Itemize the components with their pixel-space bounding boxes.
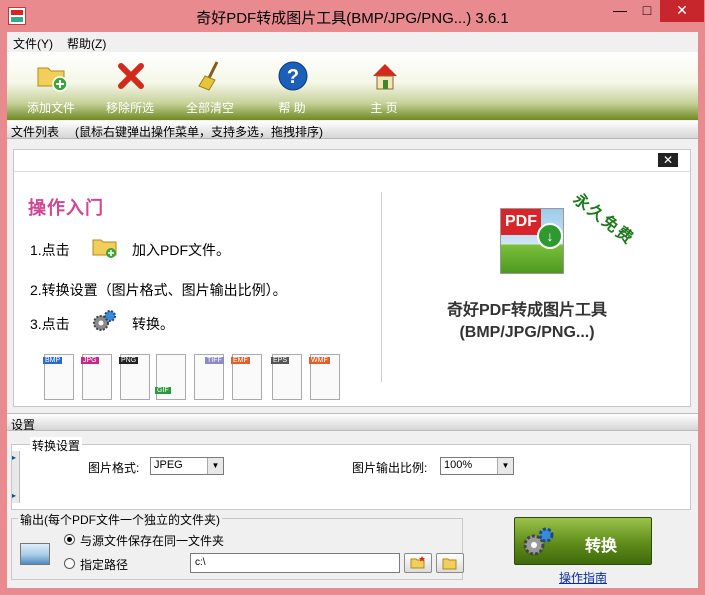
menu-bar: 文件(Y) 帮助(Z) xyxy=(7,32,698,52)
emf-icon: EMF xyxy=(231,354,262,400)
product-name: 奇好PDF转成图片工具 (BMP/JPG/PNG...) xyxy=(414,300,640,344)
home-label: 主 页 xyxy=(370,101,398,115)
file-list-hint: (鼠标右键弹出操作菜单，支持多选，拖拽排序) xyxy=(75,125,323,139)
collapse-grip[interactable] xyxy=(12,451,20,503)
tiff-icon: TIFF xyxy=(194,354,224,400)
guide-panel[interactable]: ✕ 操作入门 1.点击 加入PDF文件。 2.转换设置（图片格式、图片输出比例）… xyxy=(13,149,691,407)
download-arrow-icon: ↓ xyxy=(537,223,563,249)
remove-selected-button[interactable]: 移除所选 xyxy=(93,56,167,116)
format-icon-row: BMP JPG PNG GIF TIFF EMF EPS WMF xyxy=(43,354,354,404)
output-image-icon xyxy=(20,543,50,565)
radio-same-folder[interactable] xyxy=(64,534,75,545)
output-group-label: 输出(每个PDF文件一个独立的文件夹) xyxy=(18,511,222,528)
conversion-settings-group: 转换设置 图片格式: JPEG ▼ 图片输出比例: 100% ▼ xyxy=(11,437,691,510)
add-file-label: 添加文件 xyxy=(26,101,75,115)
chevron-down-icon: ▼ xyxy=(497,458,513,474)
settings-header: 设置 xyxy=(7,413,698,432)
png-icon: PNG xyxy=(119,354,150,400)
home-button[interactable]: 主 页 xyxy=(347,56,421,116)
folder-open-icon xyxy=(442,558,457,570)
folder-add-icon xyxy=(92,239,117,258)
step3-prefix: 3.点击 xyxy=(30,316,70,332)
clear-all-label: 全部清空 xyxy=(185,101,234,115)
wmf-icon: WMF xyxy=(309,354,340,400)
broom-icon xyxy=(198,61,219,91)
guide-panel-header: ✕ xyxy=(14,150,690,172)
radio-custom-path[interactable] xyxy=(64,558,75,569)
bmp-icon: BMP xyxy=(43,354,74,400)
step3-suffix: 转换。 xyxy=(132,316,174,332)
convert-label: 转换 xyxy=(585,538,618,555)
conversion-group-label: 转换设置 xyxy=(30,437,83,454)
ratio-label: 图片输出比例: xyxy=(352,461,428,475)
convert-button[interactable]: 转换 xyxy=(514,517,652,565)
window-title: 奇好PDF转成图片工具(BMP/JPG/PNG...) 3.6.1 xyxy=(196,10,509,27)
title-bar: 奇好PDF转成图片工具(BMP/JPG/PNG...) 3.6.1 — □ ✕ xyxy=(0,0,705,32)
menu-file[interactable]: 文件(Y) xyxy=(13,35,53,52)
folder-star-button[interactable] xyxy=(404,553,432,573)
gears-icon xyxy=(93,310,116,331)
file-list-header: 文件列表 (鼠标右键弹出操作菜单，支持多选，拖拽排序) xyxy=(7,121,698,139)
file-list-label: 文件列表 xyxy=(11,125,60,139)
step2-text: 2.转换设置（图片格式、图片输出比例）。 xyxy=(30,282,287,298)
svg-text:?: ? xyxy=(287,66,299,88)
remove-selected-label: 移除所选 xyxy=(105,101,154,115)
folder-star-icon xyxy=(410,556,425,569)
help-button[interactable]: ? 帮 助 xyxy=(255,56,329,116)
pdf-logo: PDF ↓ xyxy=(500,208,564,274)
menu-help[interactable]: 帮助(Z) xyxy=(67,35,106,52)
toolbar: 添加文件 移除所选 全部清空 ? 帮 助 主 页 xyxy=(7,52,698,120)
guide-divider xyxy=(381,192,382,382)
product-name-line2: (BMP/JPG/PNG...) xyxy=(459,324,595,341)
step1-prefix: 1.点击 xyxy=(30,242,70,258)
app-window: 奇好PDF转成图片工具(BMP/JPG/PNG...) 3.6.1 — □ ✕ … xyxy=(0,0,705,595)
close-button[interactable]: ✕ xyxy=(660,0,704,22)
remove-x-icon xyxy=(118,63,144,89)
eps-icon: EPS xyxy=(271,354,302,400)
folder-add-icon xyxy=(37,67,68,92)
ratio-select[interactable]: 100% ▼ xyxy=(440,457,514,475)
output-path-input[interactable]: c:\ xyxy=(190,553,400,573)
client-area: 文件(Y) 帮助(Z) 添加文件 移除所选 全部清空 ? 帮 助 主 页 文件列… xyxy=(7,32,698,588)
help-icon: ? xyxy=(278,61,308,91)
ratio-value: 100% xyxy=(444,459,473,471)
help-label: 帮 助 xyxy=(278,101,306,115)
jpg-icon: JPG xyxy=(81,354,112,400)
radio-custom-path-label[interactable]: 指定路径 xyxy=(80,556,128,573)
settings-label: 设置 xyxy=(11,418,36,432)
output-group: 输出(每个PDF文件一个独立的文件夹) 与源文件保存在同一文件夹 指定路径 c:… xyxy=(11,511,464,580)
step1-suffix: 加入PDF文件。 xyxy=(132,242,230,258)
browse-folder-button[interactable] xyxy=(436,553,464,573)
radio-same-folder-label[interactable]: 与源文件保存在同一文件夹 xyxy=(80,532,224,549)
free-badge: 永久免费 xyxy=(569,189,639,249)
format-value: JPEG xyxy=(154,459,183,471)
guide-close-button[interactable]: ✕ xyxy=(658,153,678,167)
gears-icon xyxy=(523,527,554,556)
gif-icon: GIF xyxy=(155,354,186,400)
clear-all-button[interactable]: 全部清空 xyxy=(173,56,247,116)
operation-guide-link[interactable]: 操作指南 xyxy=(559,569,607,586)
add-file-button[interactable]: 添加文件 xyxy=(14,56,88,116)
guide-title: 操作入门 xyxy=(28,198,104,218)
format-label: 图片格式: xyxy=(88,461,140,475)
minimize-button[interactable]: — xyxy=(606,0,634,22)
format-select[interactable]: JPEG ▼ xyxy=(150,457,224,475)
chevron-down-icon: ▼ xyxy=(207,458,223,474)
home-icon xyxy=(373,64,397,90)
pdf-tag: PDF xyxy=(501,209,541,235)
product-name-line1: 奇好PDF转成图片工具 xyxy=(446,302,607,319)
maximize-button[interactable]: □ xyxy=(634,0,660,22)
